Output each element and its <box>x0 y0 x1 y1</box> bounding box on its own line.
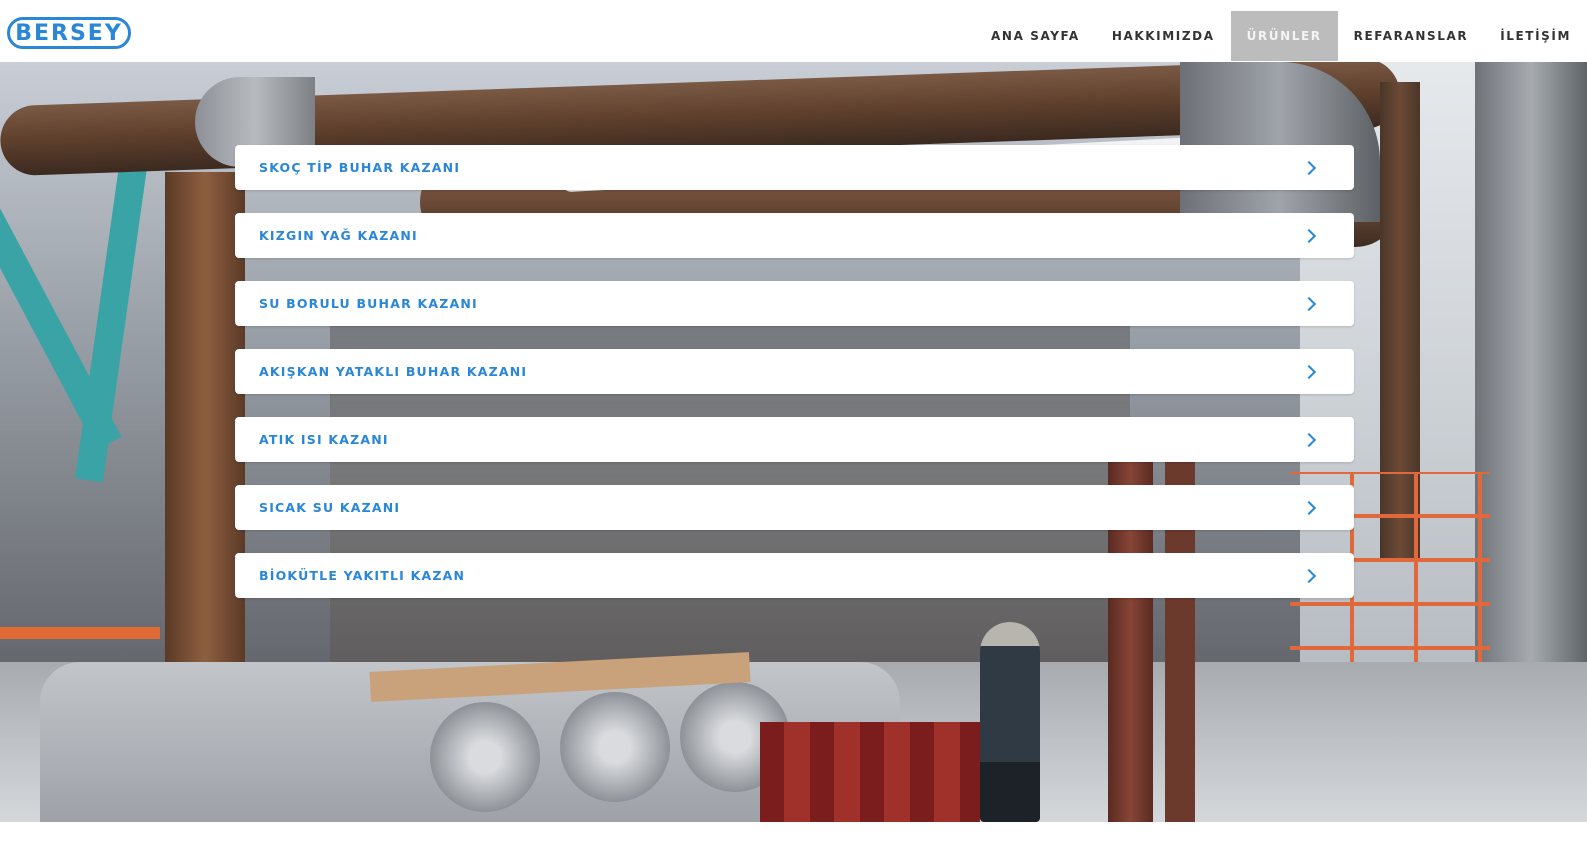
orange-railing <box>0 627 160 639</box>
chevron-right-icon <box>1301 160 1317 175</box>
chevron-right-icon <box>1301 432 1317 447</box>
nav-item-urunler[interactable]: ÜRÜNLER <box>1230 11 1338 61</box>
product-item-label: BİOKÜTLE YAKITLI KAZAN <box>259 568 466 583</box>
product-item-label: ATIK ISI KAZANI <box>259 432 389 447</box>
product-item-label: SKOÇ TİP BUHAR KAZANI <box>259 160 461 175</box>
chevron-right-icon <box>1301 296 1317 311</box>
product-item-su-borulu-buhar-kazani[interactable]: SU BORULU BUHAR KAZANI <box>235 281 1354 326</box>
product-list: SKOÇ TİP BUHAR KAZANI KIZGIN YAĞ KAZANI … <box>235 145 1354 621</box>
product-item-sicak-su-kazani[interactable]: SICAK SU KAZANI <box>235 485 1354 530</box>
bersey-logo[interactable]: BERSEY <box>7 17 131 49</box>
nav-item-referanslar[interactable]: REFARANSLAR <box>1338 11 1485 61</box>
main-nav: ANA SAYFA HAKKIMIZDA ÜRÜNLER REFARANSLAR… <box>975 11 1587 61</box>
worker-figure <box>980 622 1040 822</box>
nav-item-iletisim[interactable]: İLETİŞİM <box>1484 11 1587 61</box>
product-item-skoc-tip-buhar-kazani[interactable]: SKOÇ TİP BUHAR KAZANI <box>235 145 1354 190</box>
nav-item-hakkimizda[interactable]: HAKKIMIZDA <box>1096 11 1231 61</box>
product-item-kizgin-yag-kazani[interactable]: KIZGIN YAĞ KAZANI <box>235 213 1354 258</box>
bottom-strip <box>0 822 1587 843</box>
nav-item-ana-sayfa[interactable]: ANA SAYFA <box>975 11 1096 61</box>
product-item-label: SICAK SU KAZANI <box>259 500 401 515</box>
product-item-atik-isi-kazani[interactable]: ATIK ISI KAZANI <box>235 417 1354 462</box>
product-item-label: SU BORULU BUHAR KAZANI <box>259 296 478 311</box>
chevron-right-icon <box>1301 228 1317 243</box>
chevron-right-icon <box>1301 364 1317 379</box>
valve-flange <box>560 692 670 802</box>
product-item-label: KIZGIN YAĞ KAZANI <box>259 228 418 243</box>
vertical-pipe <box>165 172 245 692</box>
product-item-label: AKIŞKAN YATAKLI BUHAR KAZANI <box>259 364 528 379</box>
red-base-frame <box>760 722 980 822</box>
chevron-right-icon <box>1301 500 1317 515</box>
product-item-akiskan-yatakli-buhar-kazani[interactable]: AKIŞKAN YATAKLI BUHAR KAZANI <box>235 349 1354 394</box>
chevron-right-icon <box>1301 568 1317 583</box>
valve-flange <box>430 702 540 812</box>
product-item-biokutle-yakitli-kazan[interactable]: BİOKÜTLE YAKITLI KAZAN <box>235 553 1354 598</box>
site-header: BERSEY ANA SAYFA HAKKIMIZDA ÜRÜNLER REFA… <box>0 0 1587 62</box>
